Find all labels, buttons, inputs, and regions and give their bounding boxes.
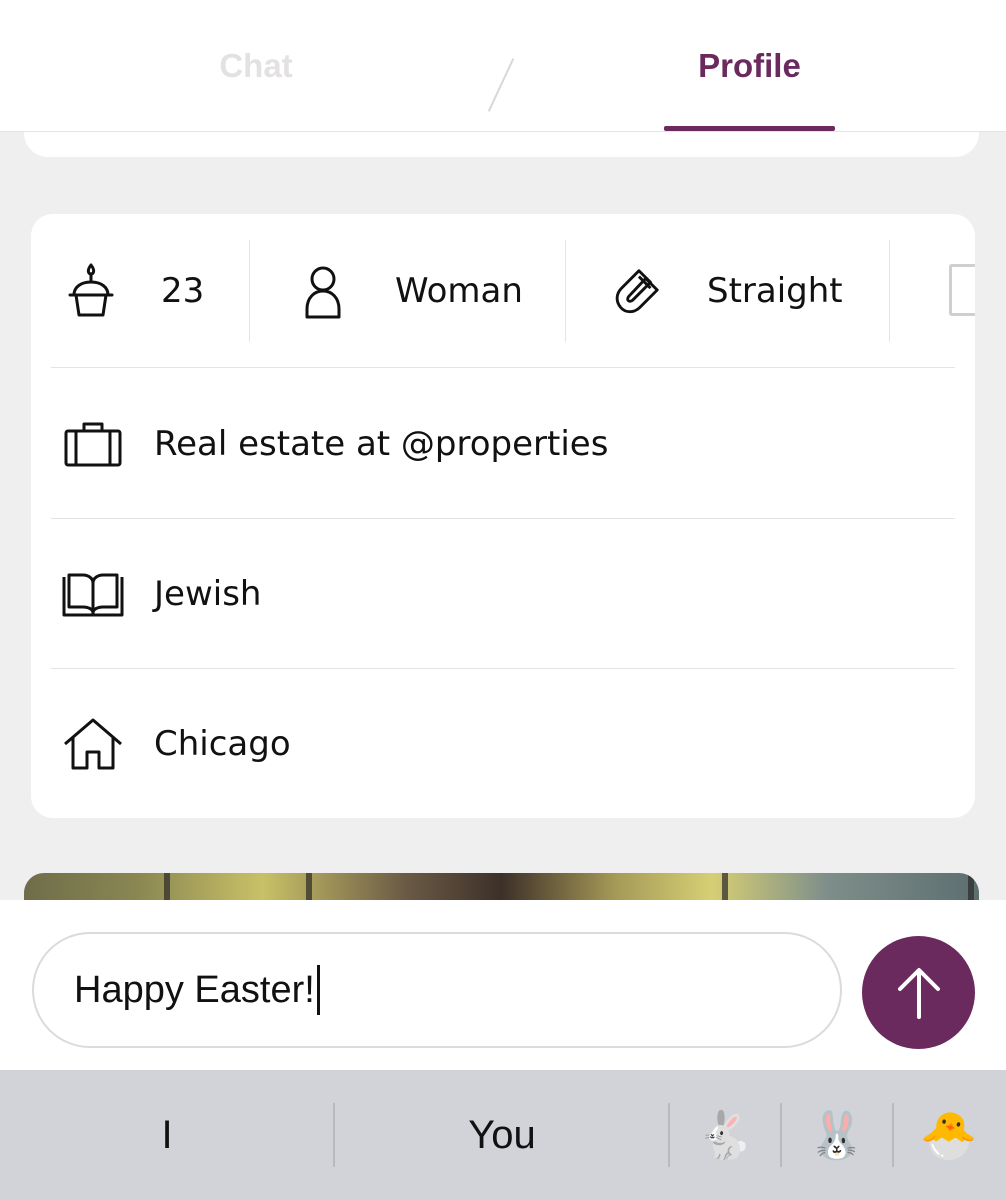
- ruler-icon: [949, 264, 975, 316]
- stat-age: 23: [65, 240, 249, 342]
- message-input-text: Happy Easter!: [74, 968, 315, 1011]
- tab-profile[interactable]: Profile: [664, 0, 835, 132]
- detail-row-hometown: Chicago: [61, 704, 941, 784]
- text-cursor: [316, 965, 320, 1015]
- hometown-text: Chicago: [154, 724, 291, 764]
- age-value: 23: [161, 271, 205, 311]
- emoji-hatching-chick[interactable]: 🐣: [894, 1070, 1004, 1200]
- row-divider: [51, 367, 955, 368]
- emoji-rabbit[interactable]: 🐇: [670, 1070, 780, 1200]
- message-input[interactable]: Happy Easter!: [32, 932, 842, 1048]
- gender-value: Woman: [395, 271, 523, 311]
- stat-divider: [565, 240, 566, 342]
- stat-gender: Woman: [297, 240, 563, 342]
- active-tab-indicator: [664, 126, 835, 131]
- stat-divider: [249, 240, 250, 342]
- suggestion-i[interactable]: I: [0, 1070, 334, 1200]
- religion-text: Jewish: [154, 574, 262, 614]
- keyboard-suggestion-bar: I You 🐇 🐰 🐣: [0, 1070, 1006, 1200]
- job-text: Real estate at @properties: [154, 424, 609, 464]
- person-icon: [297, 261, 349, 321]
- row-divider: [51, 518, 955, 519]
- house-icon: [61, 714, 125, 774]
- row-divider: [51, 668, 955, 669]
- message-composer: Happy Easter!: [0, 900, 1006, 1070]
- send-button[interactable]: [862, 936, 975, 1049]
- detail-row-job: Real estate at @properties: [61, 404, 941, 484]
- profile-stats-row[interactable]: 23 Woman Straight: [31, 214, 975, 368]
- profile-info-card: 23 Woman Straight Real estate at @proper…: [31, 214, 975, 818]
- detail-row-religion: Jewish: [61, 554, 941, 634]
- orientation-value: Straight: [707, 271, 843, 311]
- stat-orientation: Straight: [611, 240, 891, 342]
- magnet-icon: [611, 261, 663, 321]
- arrow-up-icon: [897, 967, 940, 1019]
- emoji-rabbit-face[interactable]: 🐰: [782, 1070, 892, 1200]
- stat-divider: [889, 240, 890, 342]
- birthday-cake-icon: [65, 261, 117, 321]
- suggestion-you[interactable]: You: [335, 1070, 669, 1200]
- top-tab-bar: Chat Profile: [0, 0, 1006, 132]
- tab-chat[interactable]: Chat: [0, 0, 512, 132]
- open-book-icon: [61, 564, 125, 624]
- briefcase-icon: [61, 414, 125, 474]
